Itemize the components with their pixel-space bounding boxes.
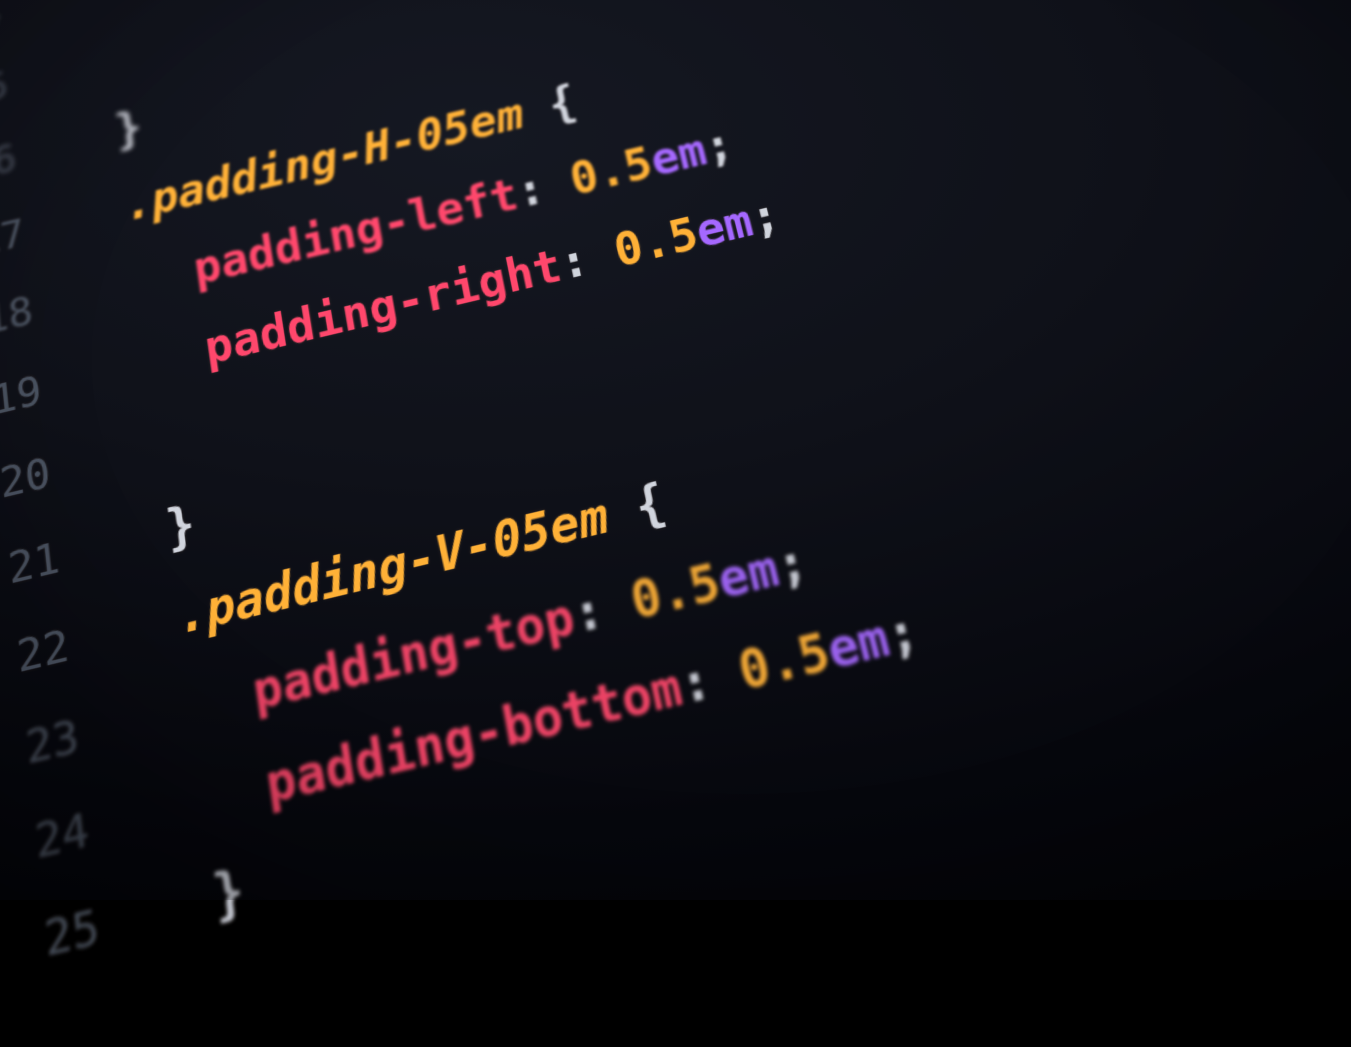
line-number: 18 [0, 276, 78, 360]
line-number: 16 [0, 125, 60, 205]
line-number: 17 [0, 200, 69, 282]
line-number: 20 [0, 437, 97, 525]
token-brace: } [209, 858, 247, 928]
token-brace: } [163, 495, 199, 557]
token-brace: { [518, 76, 581, 136]
line-number: 14 [0, 0, 43, 59]
line-number: 15 [0, 53, 52, 131]
token-brace: } [112, 102, 144, 156]
line-number: 19 [0, 356, 87, 442]
code-editor[interactable]: 13.padding-014padding: 0.5em;1516}17.pad… [0, 0, 1351, 1023]
editor-viewport: 13.padding-014padding: 0.5em;1516}17.pad… [0, 0, 1351, 900]
token-brace: { [601, 473, 670, 543]
